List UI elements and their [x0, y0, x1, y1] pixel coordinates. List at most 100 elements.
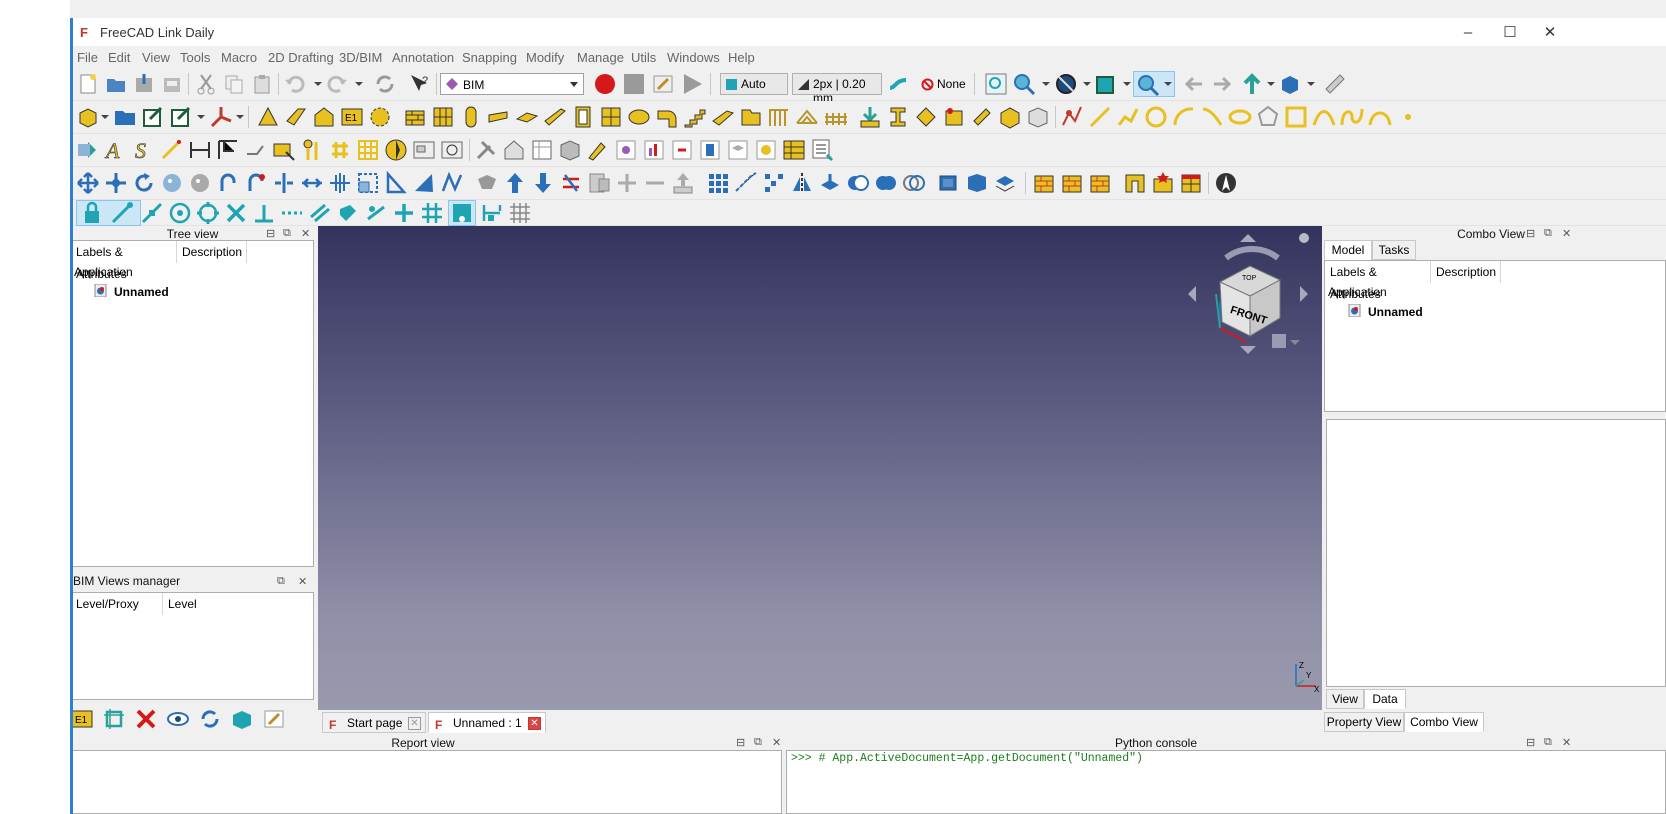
- whats-this-icon[interactable]: ?: [408, 72, 432, 96]
- equipment-icon[interactable]: [739, 105, 763, 129]
- up-arrow-icon[interactable]: [1240, 72, 1264, 96]
- wall-icon[interactable]: [403, 105, 427, 129]
- tree-item-unnamed[interactable]: Unnamed: [114, 285, 169, 299]
- tree-column-description[interactable]: Description: [177, 241, 247, 263]
- join-icon[interactable]: [244, 171, 268, 195]
- cut-icon[interactable]: [194, 72, 218, 96]
- ellipse-icon[interactable]: [1228, 105, 1252, 129]
- autogroup-button[interactable]: None: [916, 73, 966, 95]
- offset-icon[interactable]: [160, 171, 184, 195]
- schedule-icon[interactable]: [558, 138, 582, 162]
- window-icon[interactable]: [599, 105, 623, 129]
- python-console-panel[interactable]: >>> # App.ActiveDocument=App.getDocument…: [786, 750, 1666, 814]
- close-button[interactable]: ✕: [1530, 22, 1570, 44]
- rectangle-icon[interactable]: [1284, 105, 1308, 129]
- tab-tasks[interactable]: Tasks: [1372, 240, 1416, 260]
- workbench-selector[interactable]: BIM: [440, 73, 584, 95]
- ortho-dimension-icon[interactable]: [216, 138, 240, 162]
- toggle-construction-icon[interactable]: [886, 72, 910, 96]
- site-icon[interactable]: [256, 105, 280, 129]
- combo-view-float-icon[interactable]: ⊟: [1526, 227, 1535, 240]
- snap-grid-icon[interactable]: [420, 201, 444, 225]
- remove-icon[interactable]: [587, 171, 611, 195]
- tree-view-undock-icon[interactable]: ⧉: [283, 227, 291, 240]
- std-views-icon[interactable]: [1278, 72, 1302, 96]
- axis-origin-icon[interactable]: [209, 105, 233, 129]
- scale-icon[interactable]: [356, 171, 380, 195]
- door-icon[interactable]: [571, 105, 595, 129]
- push-pull-icon[interactable]: [671, 171, 695, 195]
- combo-root-application[interactable]: Application: [1328, 285, 1387, 299]
- bim-column-level[interactable]: Level: [163, 593, 233, 615]
- bspline-icon[interactable]: [1312, 105, 1336, 129]
- rebar-icon[interactable]: [914, 105, 938, 129]
- wall-tool-1-icon[interactable]: [1032, 171, 1056, 195]
- menu-snapping[interactable]: Snapping: [462, 50, 517, 65]
- menu-tools[interactable]: Tools: [180, 50, 210, 65]
- material-icon[interactable]: [754, 138, 778, 162]
- rotate-icon[interactable]: [132, 171, 156, 195]
- menu-windows[interactable]: Windows: [667, 50, 720, 65]
- isolate-icon[interactable]: [230, 707, 254, 731]
- tab-bottom-combo-view[interactable]: Combo View: [1404, 712, 1484, 732]
- manage-tools-icon[interactable]: [474, 138, 498, 162]
- wall-tool-3-icon[interactable]: [1088, 171, 1112, 195]
- refresh-views-icon[interactable]: [198, 707, 222, 731]
- menu-view[interactable]: View: [142, 50, 170, 65]
- add-proxy-icon[interactable]: [102, 707, 126, 731]
- roof-icon[interactable]: [711, 105, 735, 129]
- bim-column-level-proxy[interactable]: Level/Proxy: [71, 593, 163, 615]
- bezier-icon[interactable]: [1368, 105, 1392, 129]
- fit-all-icon[interactable]: [984, 72, 1008, 96]
- menu-manage[interactable]: Manage: [577, 50, 624, 65]
- draw-style-icon[interactable]: [1054, 72, 1078, 96]
- combo-view-close-icon[interactable]: ✕: [1562, 227, 1571, 240]
- python-console-undock-icon[interactable]: ⧉: [1544, 736, 1552, 749]
- grid-icon[interactable]: [356, 138, 380, 162]
- pipe-icon[interactable]: [627, 105, 651, 129]
- combo-column-description[interactable]: Description: [1431, 261, 1501, 283]
- draw-style-dropdown-icon[interactable]: [1083, 82, 1091, 86]
- import-shape-icon[interactable]: [76, 138, 100, 162]
- axis-icon[interactable]: [244, 138, 268, 162]
- toggle-grid-icon[interactable]: [508, 201, 532, 225]
- text-icon[interactable]: A: [104, 138, 128, 162]
- save-icon[interactable]: [132, 72, 156, 96]
- 3d-view[interactable]: FRONT TOP Z Y X: [318, 226, 1322, 710]
- component-icon[interactable]: [970, 105, 994, 129]
- box-icon[interactable]: [965, 171, 989, 195]
- python-console-close-icon[interactable]: ✕: [1562, 736, 1571, 749]
- label-icon[interactable]: [160, 138, 184, 162]
- building-part-icon[interactable]: [284, 105, 308, 129]
- tab-model[interactable]: Model: [1324, 240, 1372, 260]
- cube-icon[interactable]: [1026, 105, 1050, 129]
- working-plane-button[interactable]: Auto: [720, 73, 788, 95]
- fillet-icon[interactable]: [1116, 105, 1140, 129]
- combo-item-unnamed[interactable]: Unnamed: [1368, 305, 1423, 319]
- rename-icon[interactable]: [262, 707, 286, 731]
- undo-icon[interactable]: [283, 72, 307, 96]
- fence-icon[interactable]: [823, 105, 847, 129]
- measure-icon[interactable]: [1323, 72, 1347, 96]
- combo-column-labels[interactable]: Labels & Attributes: [1325, 261, 1431, 301]
- array-icon[interactable]: [412, 171, 436, 195]
- bim-views-close-icon[interactable]: ✕: [298, 575, 307, 588]
- copy-icon[interactable]: [222, 72, 246, 96]
- wall-tool-2-icon[interactable]: [1060, 171, 1084, 195]
- curtain-wall-icon[interactable]: [431, 105, 455, 129]
- polyline-icon[interactable]: [1060, 105, 1084, 129]
- union-icon[interactable]: [846, 171, 870, 195]
- paste-icon[interactable]: [250, 72, 274, 96]
- add-level-icon[interactable]: E1: [70, 707, 94, 731]
- shape-string-icon[interactable]: S: [132, 138, 156, 162]
- combo-view-undock-icon[interactable]: ⧉: [1544, 227, 1552, 240]
- menu-edit[interactable]: Edit: [108, 50, 130, 65]
- tree-view-float-icon[interactable]: ⊟: [266, 227, 275, 240]
- zoom-dropdown-icon[interactable]: [1042, 82, 1050, 86]
- intersect-icon[interactable]: [902, 171, 926, 195]
- report-list-icon[interactable]: [810, 138, 834, 162]
- menu-annotation[interactable]: Annotation: [392, 50, 454, 65]
- menu-macro[interactable]: Macro: [221, 50, 257, 65]
- menu-utils[interactable]: Utils: [631, 50, 656, 65]
- remove-component-icon[interactable]: [1179, 171, 1203, 195]
